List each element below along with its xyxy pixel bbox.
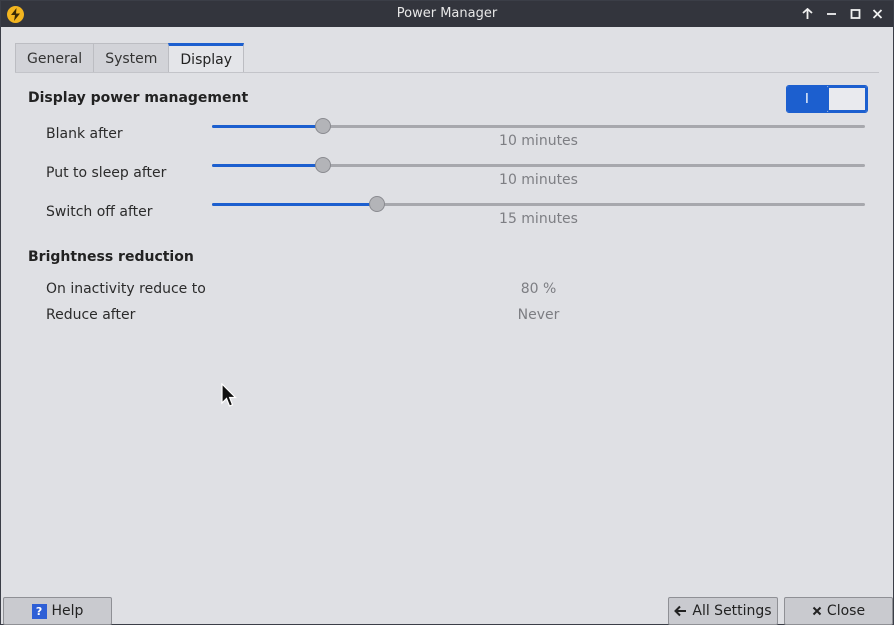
blank-after-value: 10 minutes — [499, 133, 578, 149]
display-power-heading: Display power management — [28, 90, 249, 106]
reduce-to-label: On inactivity reduce to — [46, 281, 206, 297]
title-bar[interactable]: Power Manager — [1, 1, 893, 27]
close-button[interactable]: Close — [784, 597, 893, 625]
display-power-toggle[interactable]: I — [786, 85, 868, 113]
slider-fill — [212, 125, 323, 128]
maximize-icon[interactable] — [845, 4, 865, 24]
brightness-heading: Brightness reduction — [28, 249, 194, 265]
keep-above-icon[interactable] — [797, 4, 817, 24]
help-button[interactable]: ? Help — [3, 597, 112, 625]
slider-fill — [212, 203, 377, 206]
toggle-knob — [826, 86, 867, 112]
put-to-sleep-value: 10 minutes — [499, 172, 578, 188]
arrow-left-icon — [674, 605, 687, 617]
tab-general[interactable]: General — [15, 43, 95, 73]
help-button-label: Help — [51, 603, 84, 619]
switch-off-label: Switch off after — [46, 204, 153, 220]
window-title: Power Manager — [396, 6, 498, 21]
power-manager-window: Power Manager General System Display Dis… — [0, 0, 894, 625]
slider-thumb[interactable] — [315, 157, 331, 173]
reduce-after-label: Reduce after — [46, 307, 136, 323]
mouse-pointer-icon — [221, 383, 237, 407]
tab-display[interactable]: Display — [168, 43, 245, 73]
all-settings-button[interactable]: All Settings — [668, 597, 778, 625]
reduce-after-value[interactable]: Never — [212, 307, 865, 323]
tab-divider — [15, 72, 879, 73]
put-to-sleep-label: Put to sleep after — [46, 165, 167, 181]
close-button-label: Close — [826, 603, 866, 619]
tab-system[interactable]: System — [93, 43, 170, 73]
blank-after-label: Blank after — [46, 126, 123, 142]
slider-fill — [212, 164, 323, 167]
toggle-on-indicator: I — [787, 86, 827, 112]
slider-thumb[interactable] — [315, 118, 331, 134]
minimize-icon[interactable] — [821, 4, 841, 24]
slider-thumb[interactable] — [368, 196, 385, 212]
switch-off-value: 15 minutes — [499, 211, 578, 227]
close-icon[interactable] — [867, 4, 887, 24]
help-icon: ? — [31, 603, 47, 619]
close-x-icon — [812, 606, 822, 616]
reduce-to-value[interactable]: 80 % — [212, 281, 865, 297]
tab-bar: General System Display — [15, 43, 245, 73]
all-settings-label: All Settings — [692, 603, 772, 619]
